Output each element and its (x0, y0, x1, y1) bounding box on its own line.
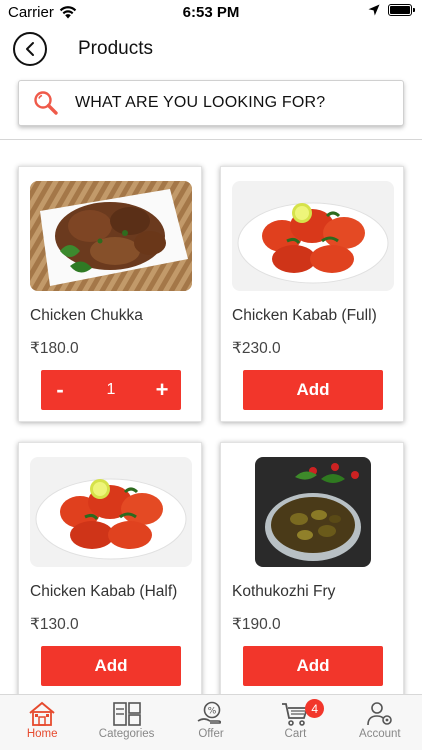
status-bar: Carrier 6:53 PM (0, 0, 422, 24)
decrease-button[interactable]: - (41, 377, 79, 403)
header: Products (0, 24, 422, 74)
tab-label: Home (26, 728, 58, 740)
add-button[interactable]: Add (41, 646, 181, 686)
back-button[interactable] (13, 32, 47, 66)
product-price: ₹130.0 (30, 616, 79, 633)
chevron-left-icon (26, 42, 34, 56)
home-icon (29, 701, 55, 726)
clock: 6:53 PM (182, 4, 240, 21)
cart-badge: 4 (305, 699, 325, 718)
tab-cart[interactable]: 4 Cart (253, 695, 337, 750)
product-name: Chicken Kabab (Half) (30, 583, 178, 600)
location-arrow-icon (368, 4, 380, 16)
categories-icon (112, 702, 141, 726)
offer-icon: % (197, 701, 222, 724)
tab-offer[interactable]: % Offer (169, 695, 253, 750)
tab-account[interactable]: Account (338, 695, 422, 750)
battery-icon (388, 4, 415, 16)
tab-categories[interactable]: Categories (84, 695, 168, 750)
product-image[interactable] (232, 181, 394, 291)
product-price: ₹180.0 (30, 340, 79, 357)
product-image[interactable] (255, 457, 371, 567)
quantity-stepper: - 1 + (41, 370, 181, 410)
tab-label: Offer (198, 728, 224, 740)
search-icon (34, 91, 58, 115)
product-price: ₹190.0 (232, 616, 281, 633)
product-card[interactable]: Chicken Kabab (Half) ₹130.0 Add (18, 442, 202, 698)
search-placeholder: WHAT ARE YOU LOOKING FOR? (75, 94, 326, 111)
add-button[interactable]: Add (243, 370, 383, 410)
svg-text:%: % (208, 707, 217, 717)
product-price: ₹230.0 (232, 340, 281, 357)
product-name: Chicken Kabab (Full) (232, 307, 377, 324)
divider (0, 139, 422, 140)
product-card[interactable]: Chicken Chukka ₹180.0 - 1 + (18, 166, 202, 422)
page-title: Products (78, 38, 153, 59)
bottom-tab-bar: Home Categories % Offer 4 Cart Account (0, 694, 422, 750)
product-image[interactable] (30, 457, 192, 567)
tab-label: Categories (98, 728, 155, 740)
tab-home[interactable]: Home (0, 695, 84, 750)
product-card[interactable]: Chicken Kabab (Full) ₹230.0 Add (220, 166, 404, 422)
tab-label: Cart (284, 728, 307, 740)
tab-label: Account (359, 728, 401, 740)
product-image[interactable] (30, 181, 192, 291)
increase-button[interactable]: + (143, 377, 181, 403)
product-card[interactable]: Kothukozhi Fry ₹190.0 Add (220, 442, 404, 698)
search-bar[interactable]: WHAT ARE YOU LOOKING FOR? (18, 80, 404, 126)
quantity-value: 1 (106, 381, 116, 398)
product-name: Kothukozhi Fry (232, 583, 336, 600)
account-icon (367, 702, 392, 726)
product-name: Chicken Chukka (30, 307, 143, 324)
add-button[interactable]: Add (243, 646, 383, 686)
